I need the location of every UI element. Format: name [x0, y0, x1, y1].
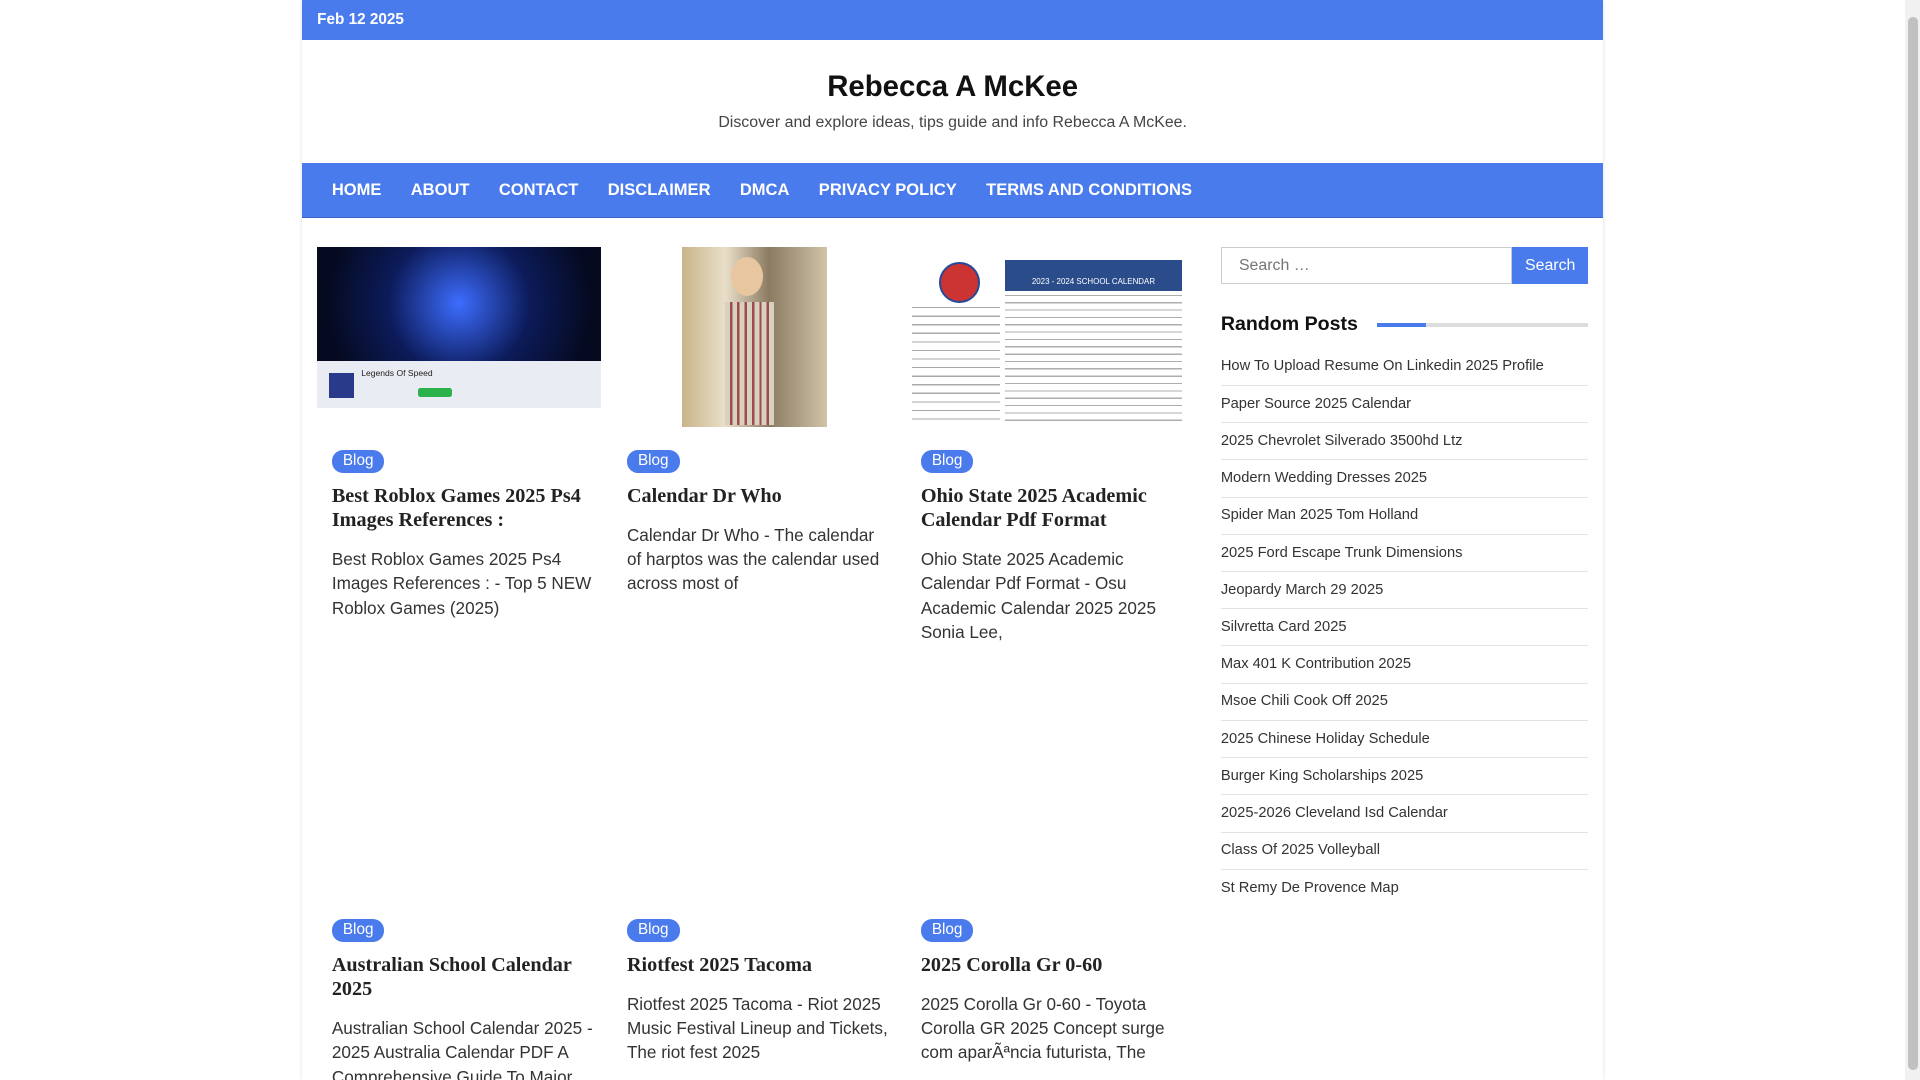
post-card: Blog Calendar Dr Who Calendar Dr Who - T…	[626, 448, 890, 595]
category-badge[interactable]: Blog	[331, 449, 385, 473]
site-title[interactable]: Rebecca A McKee	[302, 40, 1602, 103]
image-caption: Legends Of Speed	[361, 368, 433, 379]
nav-disclaimer[interactable]: DISCLAIMER	[593, 163, 725, 217]
scrollbar-thumb[interactable]	[1907, 17, 1918, 1071]
list-item[interactable]: Max 401 K Contribution 2025	[1220, 646, 1589, 684]
post-title[interactable]: Australian School Calendar 2025	[332, 953, 595, 1002]
nav-contact[interactable]: CONTACT	[484, 163, 593, 217]
nav-terms[interactable]: TERMS AND CONDITIONS	[971, 163, 1206, 217]
title-divider	[1377, 323, 1589, 327]
post-excerpt: Best Roblox Games 2025 Ps4 Images Refere…	[331, 549, 592, 618]
list-item[interactable]: 2025 Chevrolet Silverado 3500hd Ltz	[1220, 423, 1589, 461]
scrollbar[interactable]	[1905, 0, 1920, 1080]
site-header: Rebecca A McKee Discover and explore ide…	[302, 40, 1602, 162]
list-item[interactable]: 2025 Chinese Holiday Schedule	[1220, 721, 1589, 759]
category-badge[interactable]: Blog	[920, 918, 974, 942]
post-card: Blog Ohio State 2025 Academic Calendar P…	[920, 448, 1166, 644]
post-title[interactable]: Calendar Dr Who	[627, 484, 890, 508]
widget-title-text: Random Posts	[1220, 313, 1358, 336]
post-excerpt: 2025 Corolla Gr 0-60 - Toyota Corolla GR…	[920, 993, 1165, 1063]
category-badge[interactable]: Blog	[920, 449, 974, 473]
image-caption: 2023 - 2024 SCHOOL CALENDAR	[1005, 259, 1182, 292]
list-item[interactable]: How To Upload Resume On Linkedin 2025 Pr…	[1220, 349, 1589, 386]
post-card: Blog Australian School Calendar 2025 Aus…	[331, 917, 595, 1080]
post-card: Blog 2025 Corolla Gr 0-60 2025 Corolla G…	[920, 917, 1166, 1064]
search-form: Search	[1220, 247, 1589, 285]
list-item[interactable]: Paper Source 2025 Calendar	[1220, 386, 1589, 424]
sidebar: Search Random Posts How To Upload Resume…	[1220, 247, 1589, 906]
widget-title: Random Posts	[1220, 313, 1589, 336]
nav-about[interactable]: ABOUT	[396, 163, 484, 217]
list-item[interactable]: Msoe Chili Cook Off 2025	[1220, 684, 1589, 721]
post-title[interactable]: Riotfest 2025 Tacoma	[627, 953, 890, 977]
list-item[interactable]: St Remy De Provence Map	[1221, 870, 1588, 906]
list-item[interactable]: Jeopardy March 29 2025	[1220, 572, 1589, 610]
list-item[interactable]: Modern Wedding Dresses 2025	[1220, 460, 1589, 498]
category-badge[interactable]: Blog	[626, 918, 680, 942]
post-title[interactable]: 2025 Corolla Gr 0-60	[921, 953, 1166, 977]
post-excerpt: Australian School Calendar 2025 - 2025 A…	[331, 1018, 593, 1080]
post-excerpt: Calendar Dr Who - The calendar of harpto…	[626, 524, 880, 594]
site-tagline: Discover and explore ideas, tips guide a…	[718, 113, 1187, 131]
post-excerpt: Riotfest 2025 Tacoma - Riot 2025 Music F…	[626, 993, 888, 1063]
random-posts-list: How To Upload Resume On Linkedin 2025 Pr…	[1220, 349, 1589, 906]
list-item[interactable]: Burger King Scholarships 2025	[1220, 758, 1589, 796]
search-button[interactable]: Search	[1512, 247, 1589, 285]
top-bar: Feb 12 2025	[302, 0, 1603, 41]
list-item[interactable]: 2025-2026 Cleveland Isd Calendar	[1220, 795, 1589, 833]
category-badge[interactable]: Blog	[626, 449, 680, 473]
nav-privacy-policy[interactable]: PRIVACY POLICY	[804, 163, 971, 217]
post-excerpt: Ohio State 2025 Academic Calendar Pdf Fo…	[920, 549, 1156, 642]
post-image-roblox[interactable]: Legends Of Speed	[317, 247, 602, 408]
search-input[interactable]	[1220, 247, 1513, 285]
category-badge[interactable]: Blog	[331, 918, 385, 942]
date: Feb 12 2025	[317, 11, 404, 28]
post-title[interactable]: Ohio State 2025 Academic Calendar Pdf Fo…	[921, 484, 1166, 533]
nav-dmca[interactable]: DMCA	[725, 163, 804, 217]
nav-home[interactable]: HOME	[317, 163, 396, 217]
post-card: Blog Riotfest 2025 Tacoma Riotfest 2025 …	[626, 917, 890, 1064]
post-image-dr-who[interactable]	[682, 247, 827, 428]
list-item[interactable]: Class Of 2025 Volleyball	[1220, 833, 1589, 870]
list-item[interactable]: Silvretta Card 2025	[1220, 609, 1589, 647]
list-item[interactable]: Spider Man 2025 Tom Holland	[1220, 498, 1589, 535]
post-title[interactable]: Best Roblox Games 2025 Ps4 Images Refere…	[332, 484, 595, 533]
list-item[interactable]: 2025 Ford Escape Trunk Dimensions	[1220, 535, 1589, 572]
main-nav: HOME ABOUT CONTACT DISCLAIMER DMCA PRIVA…	[302, 162, 1603, 218]
post-card: Blog Best Roblox Games 2025 Ps4 Images R…	[331, 448, 595, 619]
post-image-calendar[interactable]: 2023 - 2024 SCHOOL CALENDAR	[912, 259, 1182, 428]
